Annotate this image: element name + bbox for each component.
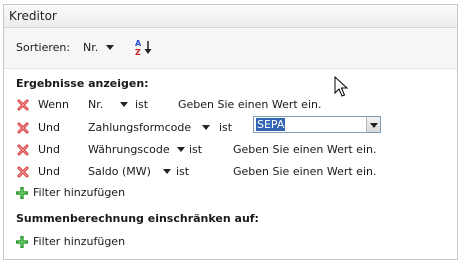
sort-label: Sortieren: xyxy=(16,41,71,54)
results-heading: Ergebnisse anzeigen: xyxy=(16,77,149,90)
add-filter-label: Filter hinzufügen xyxy=(33,235,126,248)
svg-text:Z: Z xyxy=(135,48,141,56)
filter-field-value: Saldo (MW) xyxy=(88,165,151,178)
filter-conjunction: Und xyxy=(38,165,61,178)
sort-bar: Sortieren: Nr. A Z xyxy=(4,28,457,69)
chevron-down-icon xyxy=(106,45,114,50)
title-bar: Kreditor xyxy=(4,5,457,28)
filter-value-selected: SEPA xyxy=(256,118,286,131)
filter-field-dropdown[interactable]: Nr. xyxy=(88,98,134,112)
window-title: Kreditor xyxy=(9,9,57,23)
chevron-down-icon xyxy=(120,102,128,107)
delete-filter-icon[interactable] xyxy=(17,166,29,178)
filter-value-combobox[interactable]: SEPA xyxy=(253,116,381,133)
filter-panel: Kreditor Sortieren: Nr. A Z Ergebnisse a… xyxy=(3,4,458,260)
filter-value-field[interactable]: Geben Sie einen Wert ein. xyxy=(233,165,376,178)
filter-field-dropdown[interactable]: Zahlungsformcode xyxy=(88,121,213,135)
filter-field-dropdown[interactable]: Saldo (MW) xyxy=(88,165,174,179)
delete-filter-icon[interactable] xyxy=(17,144,29,156)
delete-filter-icon[interactable] xyxy=(17,99,29,111)
combobox-dropdown-button[interactable] xyxy=(366,117,380,132)
totals-heading: Summenberechnung einschränken auf: xyxy=(16,212,259,225)
sort-az-icon[interactable]: A Z xyxy=(134,38,154,56)
chevron-down-icon xyxy=(177,147,185,152)
filter-field-value: Währungscode xyxy=(88,143,170,156)
filter-field-value: Nr. xyxy=(88,98,104,111)
chevron-down-icon xyxy=(163,169,171,174)
filter-conjunction: Und xyxy=(38,143,61,156)
plus-icon xyxy=(16,236,28,248)
chevron-down-icon xyxy=(202,125,210,130)
filter-operator[interactable]: ist xyxy=(189,143,202,156)
filter-operator[interactable]: ist xyxy=(135,98,148,111)
filter-operator[interactable]: ist xyxy=(219,121,232,134)
filter-operator[interactable]: ist xyxy=(176,165,189,178)
svg-text:A: A xyxy=(135,39,142,48)
filter-conjunction: Wenn xyxy=(38,98,69,111)
filter-field-dropdown[interactable]: Währungscode xyxy=(88,143,188,157)
filter-conjunction: Und xyxy=(38,121,61,134)
filter-value-field[interactable]: Geben Sie einen Wert ein. xyxy=(178,98,321,111)
add-filter-label: Filter hinzufügen xyxy=(33,186,126,199)
sort-field-dropdown[interactable]: Nr. xyxy=(83,41,117,55)
plus-icon xyxy=(16,187,28,199)
filter-field-value: Zahlungsformcode xyxy=(88,121,192,134)
delete-filter-icon[interactable] xyxy=(17,122,29,134)
sort-field-value: Nr. xyxy=(83,41,99,54)
chevron-down-icon xyxy=(370,123,378,128)
filter-value-field[interactable]: Geben Sie einen Wert ein. xyxy=(233,143,376,156)
mouse-pointer-icon xyxy=(334,76,348,97)
